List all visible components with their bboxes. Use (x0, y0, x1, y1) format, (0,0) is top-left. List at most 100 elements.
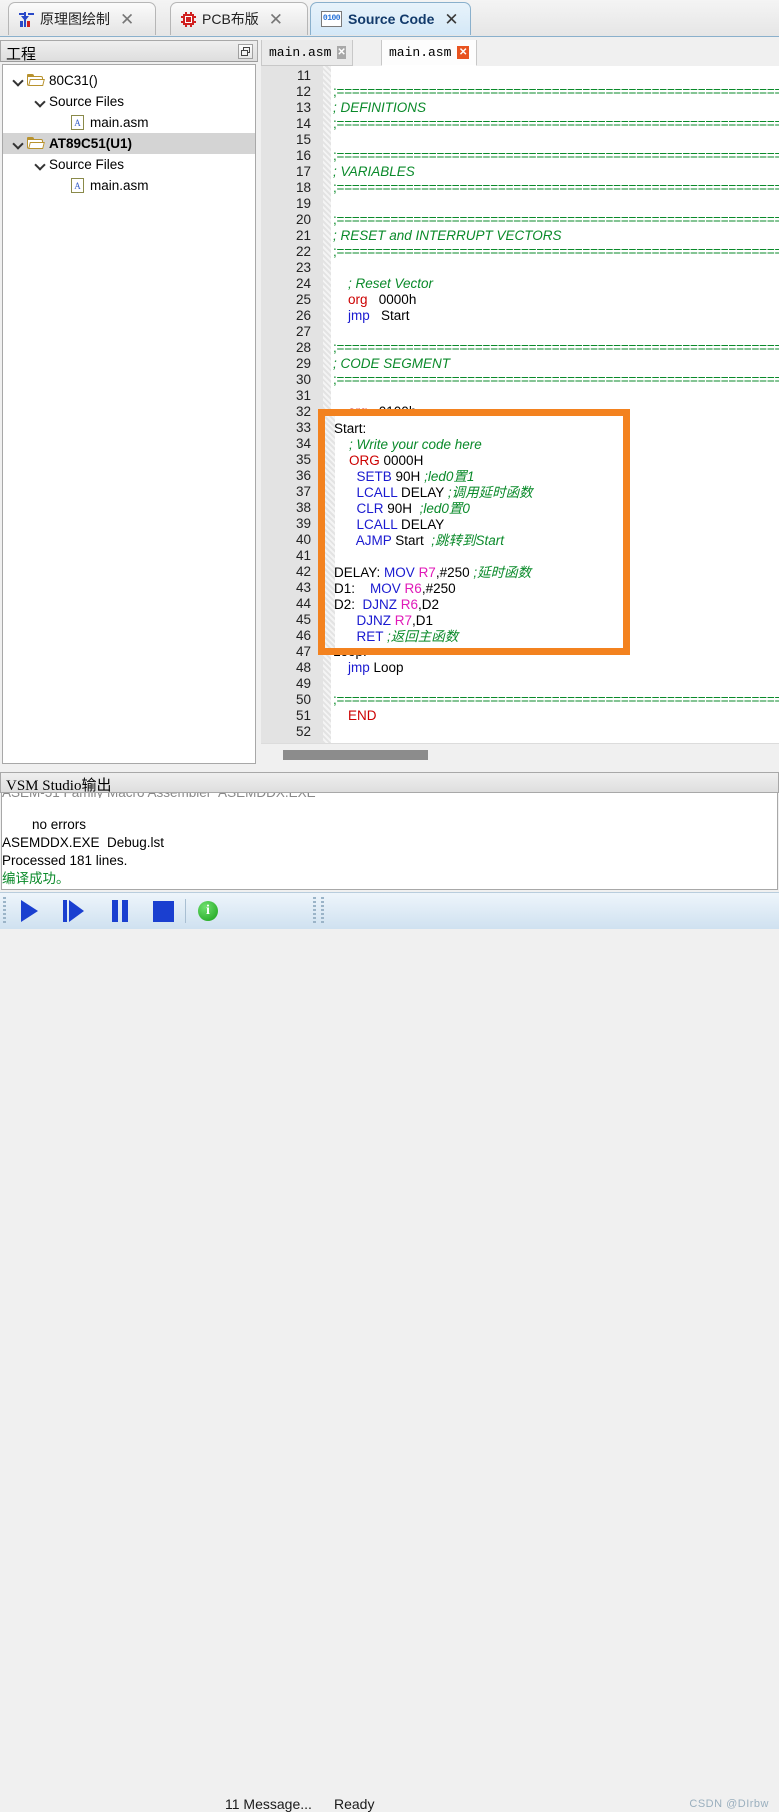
pause-icon (111, 900, 129, 922)
code-text: ;=======================================… (333, 212, 779, 227)
editor-horizontal-scrollbar[interactable] (261, 743, 779, 769)
scrollbar-thumb[interactable] (283, 750, 428, 760)
line-number: 50 (295, 692, 311, 707)
callout-code-line: SETB 90H ;led0置1 (325, 469, 623, 485)
editor-tab-label: main.asm (269, 45, 332, 60)
project-tree[interactable]: 80C31() Source Files Amain.asm AT89C51(U1) S… (2, 64, 256, 764)
callout-code-line: LCALL DELAY (325, 517, 623, 533)
callout-code-line: ORG 0000H (325, 453, 623, 469)
tab-source-code[interactable]: 0100 Source Code ✕ (310, 2, 471, 35)
restore-panel-icon[interactable] (238, 44, 253, 59)
code-text: ;=======================================… (333, 180, 779, 195)
code-line: 30 ;=====================================… (261, 372, 779, 388)
pause-button[interactable] (103, 899, 137, 923)
chevron-down-icon[interactable] (11, 137, 25, 151)
line-number: 45 (295, 612, 311, 627)
line-number: 34 (295, 436, 311, 451)
code-line: 12 ;=====================================… (261, 84, 779, 100)
output-line: ASEMDDX.EXE Debug.lst (2, 835, 165, 850)
close-icon[interactable]: ✕ (444, 11, 458, 28)
step-button[interactable] (57, 899, 91, 923)
code-text: LCALL DELAY ;调用延时函数 (356, 485, 533, 500)
code-text: jmp Start (348, 308, 410, 323)
close-icon[interactable]: ✕ (337, 46, 346, 59)
status-grip (313, 897, 316, 925)
line-number: 26 (295, 308, 311, 323)
line-number: 48 (295, 660, 311, 675)
code-line: 19 (261, 196, 779, 212)
tree-item-main-asm[interactable]: Amain.asm (3, 175, 255, 196)
callout-code-line: ; Write your code here (325, 437, 623, 453)
line-number: 49 (295, 676, 311, 691)
stop-icon (152, 900, 174, 922)
tree-item-80c31[interactable]: 80C31() (3, 70, 255, 91)
line-number: 28 (295, 340, 311, 355)
code-text: AJMP Start ;跳转到Start (355, 533, 505, 548)
callout-code-line: Start: (325, 421, 623, 437)
line-number: 33 (295, 420, 311, 435)
code-text: DJNZ R7,D1 (356, 613, 434, 628)
line-number: 25 (295, 292, 311, 307)
folder-icon (27, 74, 45, 87)
output-panel-header: VSM Studio输出 (0, 772, 779, 794)
tab-pcb[interactable]: PCB布版 ✕ (170, 2, 308, 35)
run-button[interactable] (12, 899, 46, 923)
line-number: 51 (295, 708, 311, 723)
line-number: 30 (295, 372, 311, 387)
output-line: Processed 181 lines. (2, 853, 128, 868)
line-number: 39 (295, 516, 311, 531)
code-text: ; CODE SEGMENT (333, 356, 451, 371)
line-number: 27 (295, 324, 311, 339)
output-log[interactable]: ASEM-51 Family Macro Assembler ASEMDDX.E… (1, 793, 778, 890)
line-number: 46 (295, 628, 311, 643)
tree-item-label: Source Files (49, 157, 125, 172)
line-number: 47 (295, 644, 311, 659)
code-line: 51 END (261, 708, 779, 724)
tree-item-source-files[interactable]: Source Files (3, 154, 255, 175)
close-icon[interactable]: ✕ (269, 11, 283, 28)
status-grip (321, 897, 324, 925)
line-number: 36 (295, 468, 311, 483)
message-count-label[interactable]: 11 Message... (225, 1796, 312, 1812)
status-grip (3, 897, 6, 925)
code-text: END (348, 708, 377, 723)
editor-tab-main-asm-2[interactable]: main.asm ✕ (381, 40, 477, 66)
tree-item-at89c51-u1[interactable]: AT89C51(U1) (3, 133, 255, 154)
info-icon: i (198, 901, 218, 921)
callout-code-line: CLR 90H ;led0置0 (325, 501, 623, 517)
callout-code-line: DELAY: MOV R7,#250 ;延时函数 (325, 565, 623, 581)
line-number: 44 (295, 596, 311, 611)
top-tab-bar: 原理图绘制 ✕ PCB布版 ✕ 0100 Source Code ✕ (0, 0, 779, 37)
code-text: jmp Loop (348, 660, 404, 675)
code-line: 22 ;=====================================… (261, 244, 779, 260)
tab-schematic[interactable]: 原理图绘制 ✕ (8, 2, 156, 35)
code-text: ; DEFINITIONS (333, 100, 427, 115)
chevron-down-icon[interactable] (33, 158, 47, 172)
callout-code-line: DJNZ R7,D1 (325, 613, 623, 629)
line-number: 23 (295, 260, 311, 275)
code-line: 23 (261, 260, 779, 276)
pcb-icon (181, 11, 196, 27)
message-info-button[interactable]: i (196, 899, 220, 923)
stop-button[interactable] (146, 899, 180, 923)
callout-code-line: D1: MOV R6,#250 (325, 581, 623, 597)
status-text: Ready (334, 1796, 375, 1812)
tree-item-label: main.asm (90, 115, 149, 130)
chevron-down-icon[interactable] (11, 74, 25, 88)
output-panel: VSM Studio输出 ASEM-51 Family Macro Assemb… (0, 772, 779, 892)
close-icon[interactable]: ✕ (120, 11, 134, 28)
code-text: CLR 90H ;led0置0 (356, 501, 470, 516)
callout-code-line: D2: DJNZ R6,D2 (325, 597, 623, 613)
code-text: ; VARIABLES (333, 164, 415, 179)
chevron-down-icon[interactable] (33, 95, 47, 109)
line-number: 38 (295, 500, 311, 515)
editor-tab-main-asm-1[interactable]: main.asm ✕ (261, 40, 353, 66)
close-icon[interactable]: ✕ (457, 46, 469, 59)
code-line: 15 (261, 132, 779, 148)
tree-item-main-asm[interactable]: Amain.asm (3, 112, 255, 133)
code-line: 52 (261, 724, 779, 740)
code-line: 14 ;=====================================… (261, 116, 779, 132)
line-number: 24 (295, 276, 311, 291)
tree-item-source-files[interactable]: Source Files (3, 91, 255, 112)
